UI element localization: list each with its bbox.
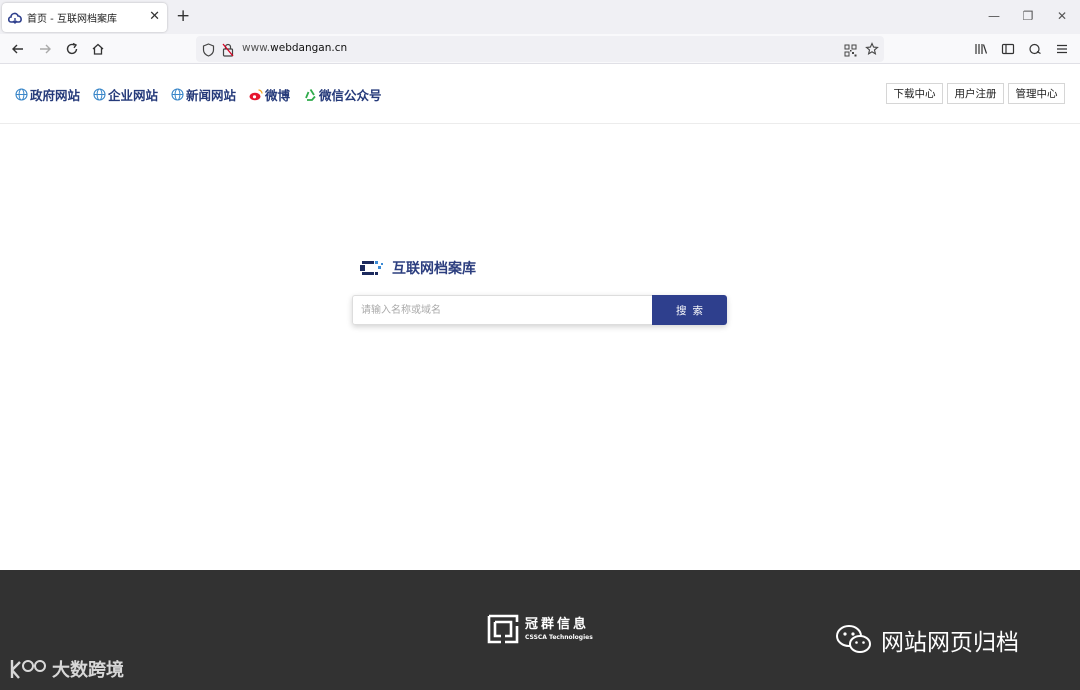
- account-icon[interactable]: [1026, 40, 1044, 58]
- tab-close-icon[interactable]: ✕: [149, 9, 160, 25]
- search-box: 搜索: [352, 295, 727, 325]
- user-register-button[interactable]: 用户注册: [947, 83, 1004, 104]
- sidebar-icon[interactable]: [999, 40, 1017, 58]
- home-icon[interactable]: [89, 40, 107, 58]
- watermark-text: 大数跨境: [52, 660, 124, 681]
- browser-window: 首页 - 互联网档案库 ✕ + — ❐ ✕ www.webdangan.cn 政…: [0, 0, 1080, 690]
- company-logo: 冠群信息 CSSCA Technologies: [487, 614, 593, 644]
- site-favicon-icon: [8, 11, 22, 25]
- nav-weibo[interactable]: 微博: [249, 85, 290, 104]
- reload-icon[interactable]: [63, 40, 81, 58]
- tab-strip: 首页 - 互联网档案库 ✕ + — ❐ ✕: [0, 0, 1080, 34]
- nav-label: 微博: [265, 88, 291, 103]
- url-text: www.webdangan.cn: [242, 42, 348, 54]
- back-icon[interactable]: [9, 40, 27, 58]
- close-window-icon[interactable]: ✕: [1052, 8, 1072, 24]
- browser-tab[interactable]: 首页 - 互联网档案库 ✕: [2, 3, 167, 32]
- weibo-icon: [249, 89, 263, 101]
- admin-center-button[interactable]: 管理中心: [1008, 83, 1065, 104]
- restore-icon[interactable]: ❐: [1018, 8, 1038, 24]
- bookmark-star-icon[interactable]: [865, 41, 879, 60]
- nav-label: 微信公众号: [319, 88, 382, 103]
- qr-code-icon[interactable]: [844, 42, 857, 61]
- nav-news-sites[interactable]: 新闻网站: [171, 85, 236, 104]
- search-button[interactable]: 搜索: [652, 295, 727, 325]
- navigation-toolbar: www.webdangan.cn: [0, 34, 1080, 64]
- nav-enterprise-sites[interactable]: 企业网站: [93, 85, 158, 104]
- download-center-button[interactable]: 下载中心: [886, 83, 943, 104]
- globe-icon: [15, 88, 28, 101]
- company-name-cn: 冠群信息: [525, 616, 590, 632]
- site-logo: 互联网档案库: [360, 258, 476, 278]
- search-input[interactable]: [352, 295, 652, 325]
- brand-watermark: 大数跨境: [8, 656, 124, 682]
- url-bar[interactable]: www.webdangan.cn: [196, 36, 884, 62]
- brand-watermark-icon: [10, 660, 46, 679]
- tab-title: 首页 - 互联网档案库: [27, 14, 117, 25]
- watermark-text: 网站网页归档: [881, 630, 1019, 656]
- site-title: 互联网档案库: [392, 261, 476, 277]
- nav-label: 企业网站: [108, 88, 159, 103]
- globe-icon: [171, 88, 184, 101]
- shield-icon[interactable]: [202, 42, 215, 61]
- menu-icon[interactable]: [1053, 40, 1071, 58]
- library-icon[interactable]: [972, 40, 990, 58]
- globe-icon: [93, 88, 106, 101]
- company-name-en: CSSCA Technologies: [525, 633, 593, 641]
- wechat-icon: [836, 625, 871, 653]
- site-header: 政府网站 企业网站 新闻网站 微博 微信公众号 下载中心 用户注册 管理中心: [0, 64, 1080, 124]
- archive-logo-icon: [360, 261, 383, 275]
- insecure-lock-icon[interactable]: [222, 42, 234, 61]
- forward-icon[interactable]: [36, 40, 54, 58]
- nav-gov-sites[interactable]: 政府网站: [15, 85, 80, 104]
- new-tab-button[interactable]: +: [176, 7, 190, 25]
- recycle-icon: [305, 89, 316, 101]
- nav-label: 政府网站: [30, 88, 81, 103]
- footer: 冠群信息 CSSCA Technologies 网站网页归档 大数跨境: [0, 570, 1080, 690]
- nav-wechat-official[interactable]: 微信公众号: [304, 85, 382, 104]
- wechat-watermark: 网站网页归档: [835, 623, 1019, 657]
- cssca-logo-icon: [487, 614, 519, 644]
- nav-label: 新闻网站: [186, 88, 237, 103]
- minimize-icon[interactable]: —: [984, 8, 1004, 24]
